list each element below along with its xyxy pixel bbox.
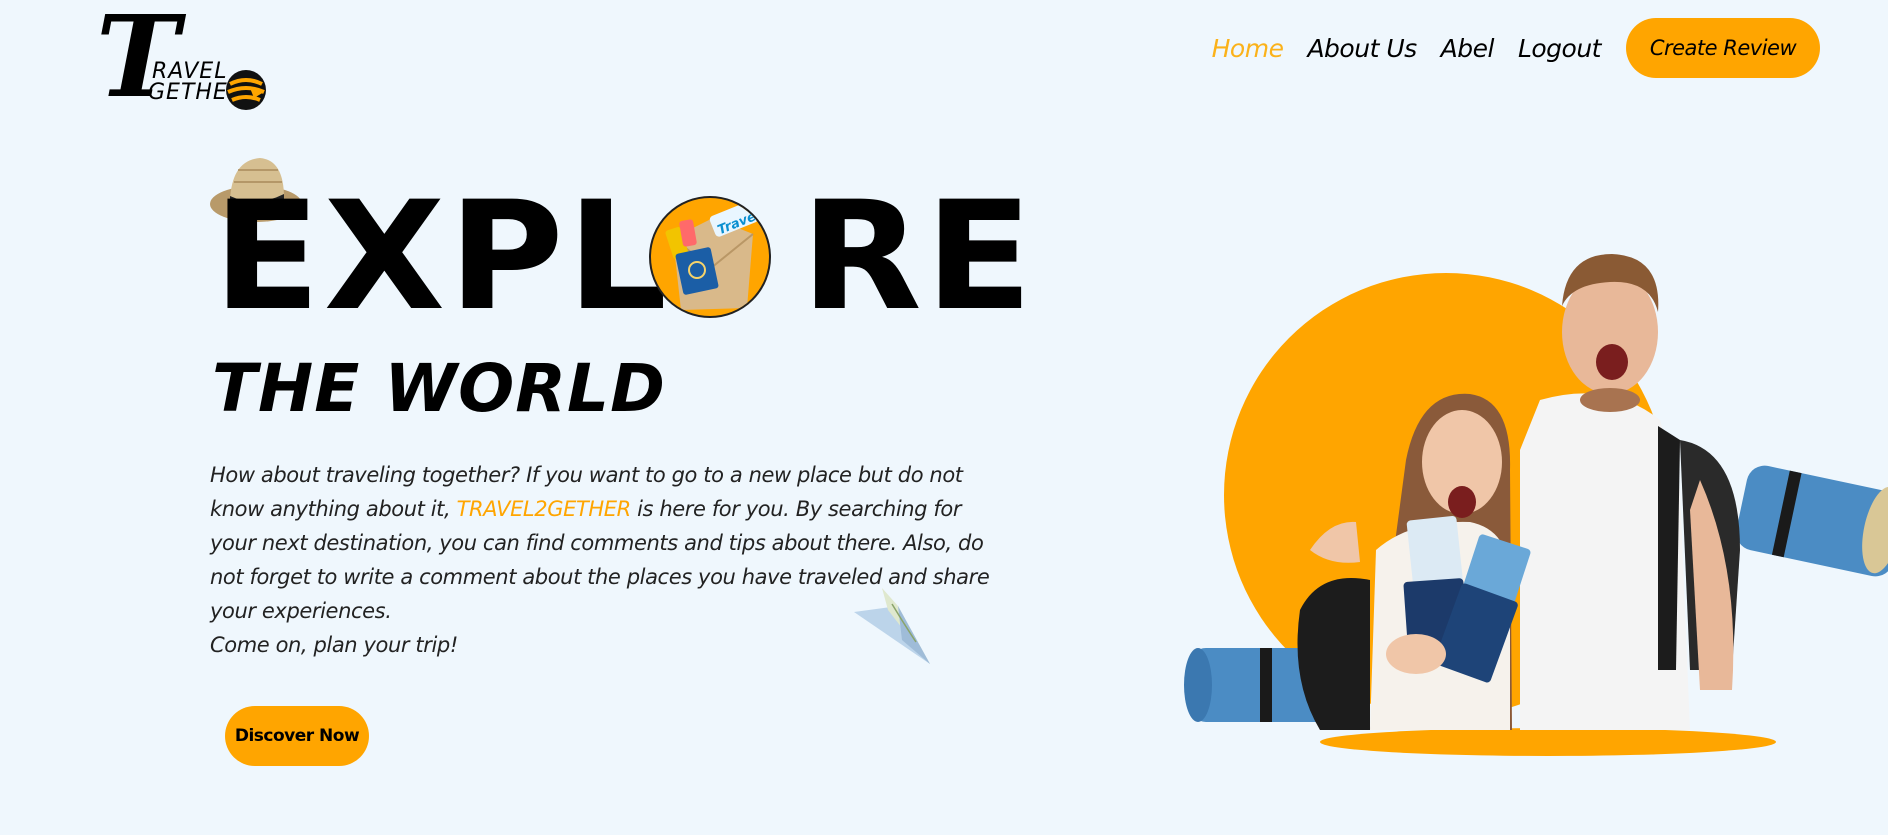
- hero-subtitle: THE WORLD: [212, 350, 666, 427]
- hero-title: EXPL RE Travel: [213, 182, 1033, 332]
- brand-name: TRAVEL2GETHER: [456, 497, 632, 521]
- globe-icon: [226, 70, 266, 110]
- nav-home[interactable]: Home: [1212, 34, 1284, 63]
- hero-title-right: RE: [800, 170, 1036, 344]
- travel-envelope-icon: Travel: [649, 196, 771, 318]
- site-logo[interactable]: T RAVEL GETHE: [96, 2, 276, 122]
- create-review-button[interactable]: Create Review: [1626, 18, 1820, 78]
- nav-logout[interactable]: Logout: [1518, 34, 1602, 63]
- closing-line: Come on, plan your trip!: [210, 633, 458, 657]
- nav-about-us[interactable]: About Us: [1307, 34, 1417, 63]
- travelers-photo: [1184, 254, 1888, 756]
- discover-now-button[interactable]: Discover Now: [225, 706, 369, 766]
- logo-text-line2: GETHE: [148, 80, 228, 105]
- main-nav: Home About Us Abel Logout Create Review: [1212, 18, 1820, 78]
- hero-title-left: EXPL: [213, 170, 671, 344]
- paper-plane-icon: [854, 588, 930, 664]
- rolled-mat-right: [1736, 465, 1888, 577]
- nav-user-profile[interactable]: Abel: [1441, 34, 1495, 63]
